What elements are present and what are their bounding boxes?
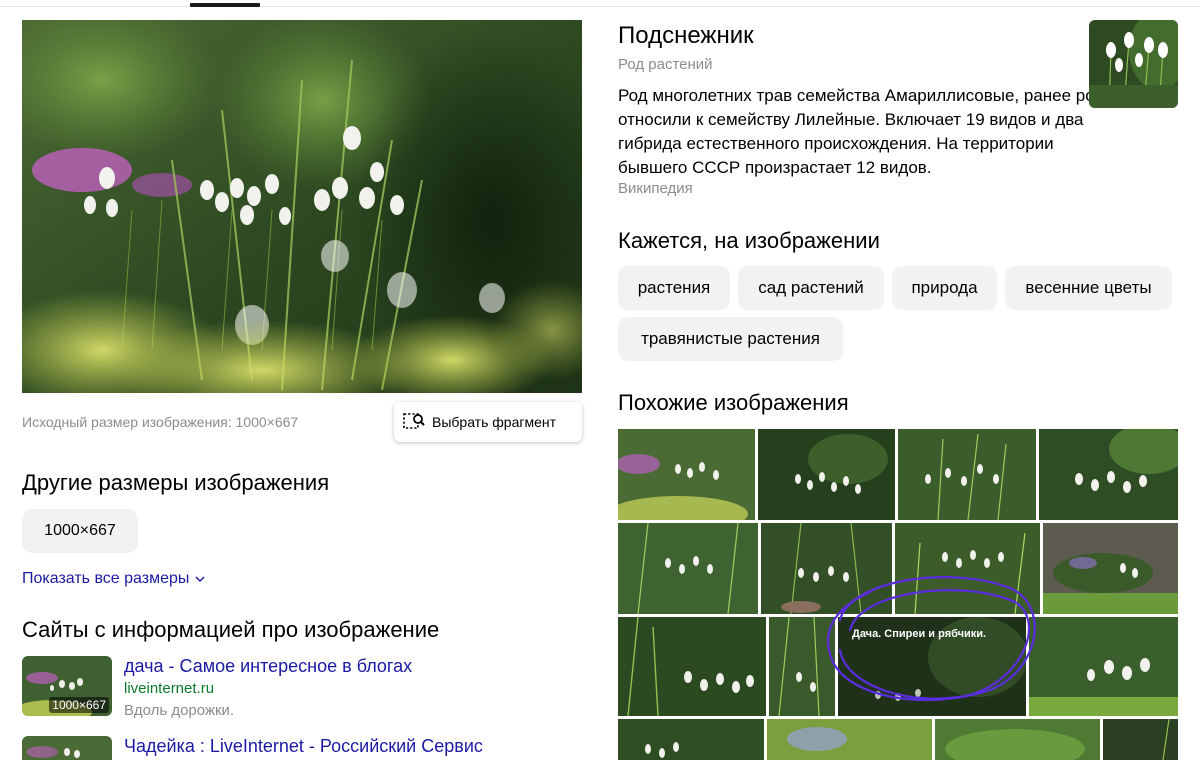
tag-spring-flowers[interactable]: весенние цветы	[1005, 266, 1172, 310]
entity-subtitle: Род растений	[618, 56, 713, 73]
similar-image[interactable]	[895, 523, 1040, 614]
similar-image[interactable]	[761, 523, 892, 614]
similar-image[interactable]	[898, 429, 1036, 520]
sites-heading: Сайты с информацией про изображение	[22, 617, 440, 642]
tag-plant-garden[interactable]: сад растений	[738, 266, 884, 310]
site-thumb-size: 1000×667	[49, 697, 109, 713]
show-all-sizes-label: Показать все размеры	[22, 570, 190, 587]
main-image[interactable]	[22, 20, 582, 393]
entity-description: Род многолетних трав семейства Амариллис…	[618, 86, 1105, 177]
similar-image[interactable]	[1103, 719, 1178, 760]
similar-image[interactable]	[618, 617, 766, 716]
site-result[interactable]: Чадейка : LiveInternet - Российский Серв…	[22, 736, 582, 760]
site-title-link[interactable]: дача - Самое интересное в блогах	[124, 656, 412, 677]
size-option-1000x667[interactable]: 1000×667	[22, 509, 138, 553]
similar-image[interactable]	[758, 429, 895, 520]
similar-image[interactable]	[1029, 617, 1178, 716]
similar-image[interactable]	[1043, 523, 1178, 614]
site-result[interactable]: 1000×667 дача - Самое интересное в блога…	[22, 656, 582, 726]
other-sizes-heading: Другие размеры изображения	[22, 470, 330, 495]
similar-image-caption: Дача. Спиреи и рябчики.	[852, 628, 987, 640]
tag-nature[interactable]: природа	[892, 266, 997, 310]
entity-title: Подснежник	[618, 22, 754, 49]
site-title-link[interactable]: Чадейка : LiveInternet - Российский Серв…	[124, 736, 483, 757]
entity-source-link[interactable]: Википедия	[618, 180, 693, 197]
pick-fragment-label: Выбрать фрагмент	[432, 414, 557, 430]
tag-plants[interactable]: растения	[618, 266, 730, 310]
similar-image[interactable]	[618, 429, 755, 520]
pick-fragment-button[interactable]: Выбрать фрагмент	[394, 402, 582, 442]
similar-image[interactable]	[1039, 429, 1178, 520]
site-thumbnail[interactable]	[22, 736, 112, 760]
crop-select-icon	[403, 413, 425, 429]
similar-image[interactable]	[618, 719, 764, 760]
chevron-down-icon	[195, 576, 205, 583]
tags-heading: Кажется, на изображении	[618, 228, 880, 253]
similar-image[interactable]	[618, 523, 758, 614]
similar-heading: Похожие изображения	[618, 390, 849, 415]
similar-image[interactable]	[767, 719, 932, 760]
site-thumbnail[interactable]: 1000×667	[22, 656, 112, 716]
site-description: Вдоль дорожки.	[124, 702, 235, 719]
original-size-text: Исходный размер изображения: 1000×667	[22, 414, 299, 430]
show-all-sizes-link[interactable]: Показать все размеры	[22, 570, 206, 588]
similar-image[interactable]	[769, 617, 835, 716]
entity-thumbnail[interactable]	[1089, 20, 1178, 108]
active-tab-indicator	[190, 3, 260, 7]
top-divider	[0, 6, 1200, 7]
site-domain[interactable]: liveinternet.ru	[124, 680, 214, 697]
tag-herbaceous-plants[interactable]: травянистые растения	[618, 317, 843, 361]
similar-image[interactable]	[935, 719, 1100, 760]
